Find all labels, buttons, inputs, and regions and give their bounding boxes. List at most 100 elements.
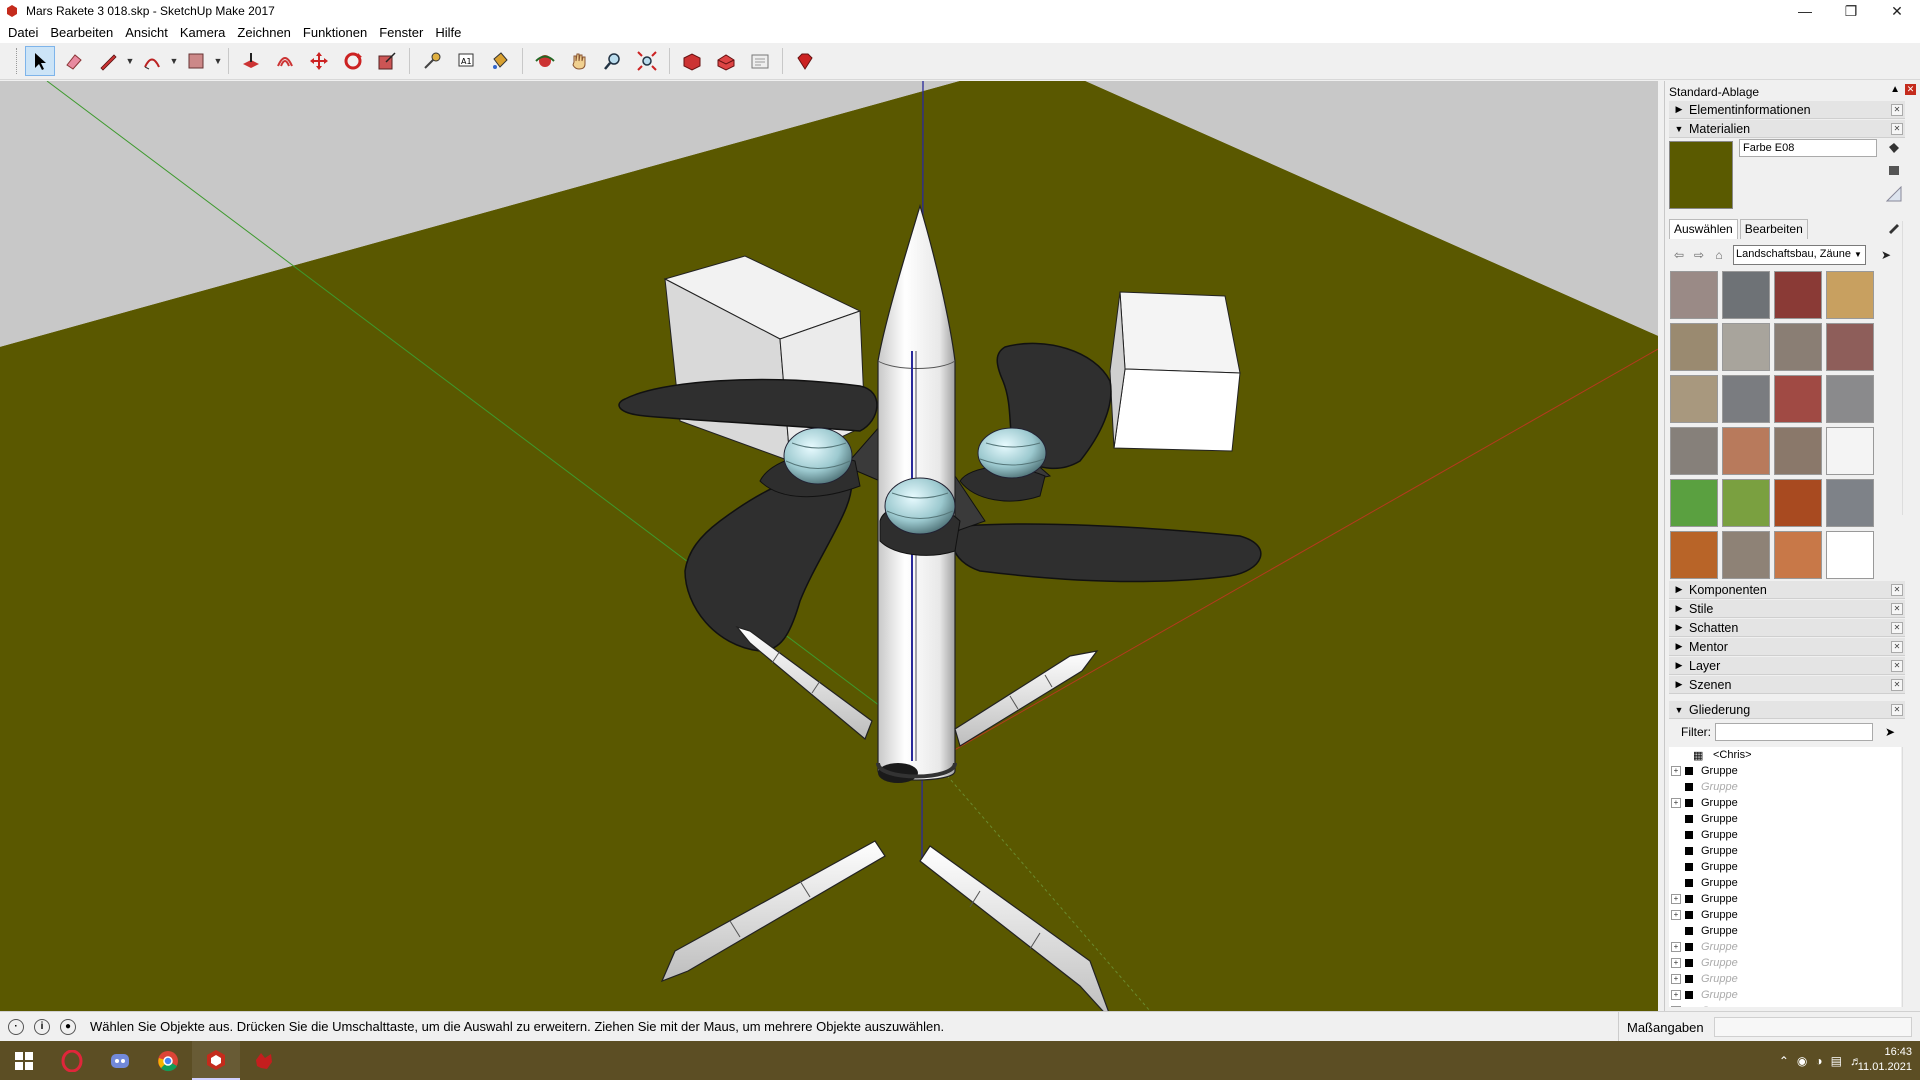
expand-icon[interactable]: + — [1671, 974, 1681, 984]
chrome-icon[interactable] — [144, 1041, 192, 1080]
taskbar-clock[interactable]: 16:43 11.01.2021 — [1858, 1045, 1912, 1075]
material-swatch[interactable] — [1722, 531, 1770, 579]
expand-icon[interactable]: + — [1671, 894, 1681, 904]
eraser-tool-button[interactable] — [59, 46, 89, 76]
panel-outliner[interactable]: ▼ Gliederung ✕ — [1669, 701, 1905, 719]
outliner-item[interactable]: + Gruppe — [1669, 955, 1901, 971]
outliner-item[interactable]: + Gruppe — [1669, 907, 1901, 923]
tab-edit[interactable]: Bearbeiten — [1739, 219, 1808, 239]
panel-close-icon[interactable]: ✕ — [1891, 123, 1903, 135]
close-button[interactable]: ✕ — [1874, 0, 1920, 22]
panel-close-icon[interactable]: ✕ — [1891, 641, 1903, 653]
paint-bucket-small-icon[interactable] — [1885, 139, 1903, 157]
outliner-item[interactable]: + Gruppe — [1669, 1003, 1901, 1007]
panel-close-icon[interactable]: ✕ — [1891, 679, 1903, 691]
material-swatch[interactable] — [1826, 427, 1874, 475]
outliner-item[interactable]: Gruppe — [1669, 827, 1901, 843]
outliner-item[interactable]: Gruppe — [1669, 875, 1901, 891]
rotate-tool-button[interactable] — [338, 46, 368, 76]
expand-icon[interactable]: + — [1671, 766, 1681, 776]
outliner-item[interactable]: Gruppe — [1669, 859, 1901, 875]
material-swatch[interactable] — [1722, 323, 1770, 371]
material-swatch[interactable] — [1826, 271, 1874, 319]
panel-stile[interactable]: ▶ Stile ✕ — [1669, 600, 1905, 618]
eyedropper-icon[interactable] — [1885, 218, 1903, 236]
3d-viewport[interactable] — [0, 81, 1658, 1011]
tray-close-button[interactable]: ✕ — [1905, 84, 1916, 95]
outliner-item[interactable]: + Gruppe — [1669, 971, 1901, 987]
windows-start-icon[interactable] — [0, 1041, 48, 1080]
rectangle-tool-dropdown[interactable]: ▼ — [213, 46, 223, 76]
minimize-button[interactable]: — — [1782, 0, 1828, 22]
outliner-item[interactable]: Gruppe — [1669, 923, 1901, 939]
details-arrow-icon[interactable]: ➤ — [1885, 725, 1895, 739]
outliner-item[interactable]: + Gruppe — [1669, 891, 1901, 907]
text-tool-button[interactable]: A1 — [451, 46, 481, 76]
menu-fenster[interactable]: Fenster — [373, 22, 429, 43]
material-swatch[interactable] — [1670, 375, 1718, 423]
default-material-icon[interactable] — [1885, 185, 1903, 203]
material-swatch[interactable] — [1774, 375, 1822, 423]
tape-measure-tool-button[interactable] — [417, 46, 447, 76]
material-name-field[interactable]: Farbe E08 — [1739, 139, 1877, 157]
material-swatch[interactable] — [1670, 427, 1718, 475]
menu-zeichnen[interactable]: Zeichnen — [231, 22, 296, 43]
outliner-root[interactable]: ▦ <Chris> — [1669, 747, 1901, 763]
back-arrow-icon[interactable]: ⇦ — [1669, 245, 1689, 265]
discord-icon[interactable] — [96, 1041, 144, 1080]
measurements-input[interactable] — [1714, 1017, 1912, 1037]
outliner-item[interactable]: + Gruppe — [1669, 795, 1901, 811]
panel-mentor[interactable]: ▶ Mentor ✕ — [1669, 638, 1905, 656]
forward-arrow-icon[interactable]: ⇨ — [1689, 245, 1709, 265]
expand-icon[interactable]: + — [1671, 958, 1681, 968]
panel-szenen[interactable]: ▶ Szenen ✕ — [1669, 676, 1905, 694]
offset-tool-button[interactable] — [270, 46, 300, 76]
scale-tool-button[interactable] — [372, 46, 402, 76]
panel-close-icon[interactable]: ✕ — [1891, 584, 1903, 596]
arc-tool-button[interactable] — [137, 46, 167, 76]
material-swatch[interactable] — [1722, 479, 1770, 527]
tab-select[interactable]: Auswählen — [1669, 219, 1738, 239]
material-swatch[interactable] — [1774, 479, 1822, 527]
material-swatch[interactable] — [1774, 531, 1822, 579]
layout-button[interactable] — [745, 46, 775, 76]
info-icon[interactable]: i — [34, 1018, 50, 1035]
panel-close-icon[interactable]: ✕ — [1891, 660, 1903, 672]
menu-ansicht[interactable]: Ansicht — [119, 22, 174, 43]
toolbar-grip[interactable] — [16, 48, 19, 74]
menu-kamera[interactable]: Kamera — [174, 22, 232, 43]
user-icon[interactable]: ● — [60, 1018, 76, 1035]
material-swatch[interactable] — [1826, 531, 1874, 579]
panel-layer[interactable]: ▶ Layer ✕ — [1669, 657, 1905, 675]
paint-bucket-tool-button[interactable] — [485, 46, 515, 76]
material-swatch[interactable] — [1670, 531, 1718, 579]
menu-funktionen[interactable]: Funktionen — [297, 22, 373, 43]
chevron-up-icon[interactable]: ⌃ — [1779, 1054, 1789, 1068]
filter-input[interactable] — [1715, 723, 1873, 741]
line-tool-dropdown[interactable]: ▼ — [125, 46, 135, 76]
expand-icon[interactable]: + — [1671, 942, 1681, 952]
material-swatch[interactable] — [1774, 427, 1822, 475]
material-swatch[interactable] — [1722, 427, 1770, 475]
zoom-tool-button[interactable] — [598, 46, 628, 76]
create-material-icon[interactable] — [1885, 161, 1903, 179]
outliner-item[interactable]: + Gruppe — [1669, 987, 1901, 1003]
material-swatch[interactable] — [1670, 479, 1718, 527]
select-tool-button[interactable] — [25, 46, 55, 76]
material-swatch[interactable] — [1722, 375, 1770, 423]
push-pull-tool-button[interactable] — [236, 46, 266, 76]
discord-tray-icon[interactable]: ◉ — [1797, 1054, 1807, 1068]
materials-scrollbar[interactable] — [1902, 221, 1918, 515]
expand-icon[interactable]: + — [1671, 1006, 1681, 1007]
material-swatch[interactable] — [1826, 479, 1874, 527]
material-library-select[interactable]: Landschaftsbau, Zäune ▼ — [1733, 245, 1866, 265]
geo-location-icon[interactable]: · — [8, 1018, 24, 1035]
menu-bearbeiten[interactable]: Bearbeiten — [44, 22, 119, 43]
line-tool-button[interactable] — [93, 46, 123, 76]
panel-close-icon[interactable]: ✕ — [1891, 603, 1903, 615]
outliner-item[interactable]: + Gruppe — [1669, 763, 1901, 779]
rectangle-tool-button[interactable] — [181, 46, 211, 76]
menu-hilfe[interactable]: Hilfe — [429, 22, 467, 43]
menu-datei[interactable]: Datei — [2, 22, 44, 43]
material-swatch[interactable] — [1826, 323, 1874, 371]
